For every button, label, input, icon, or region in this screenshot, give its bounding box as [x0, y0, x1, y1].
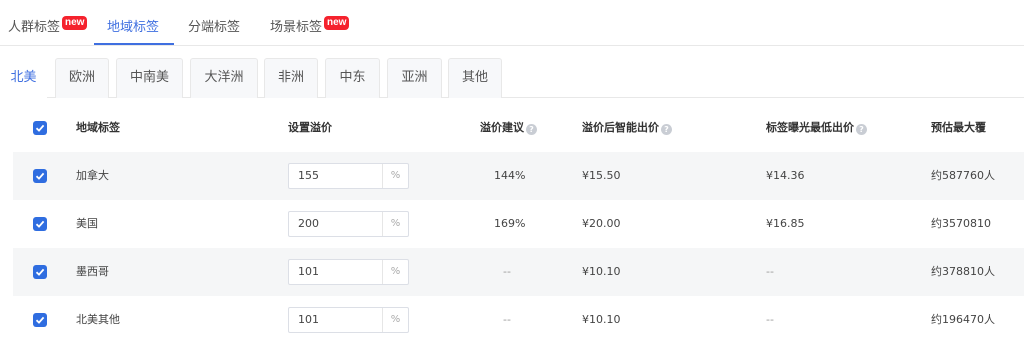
reach-value: 约196470人 — [931, 313, 995, 326]
tab-label: 分端标签 — [188, 20, 241, 35]
active-tab-underline — [94, 43, 174, 45]
region-tab-middle-east[interactable]: 中东 — [325, 58, 380, 98]
bid-value: 101 — [298, 265, 319, 278]
check-icon — [35, 316, 45, 324]
region-tab-bar: 北美 欧洲 中南美 大洋洲 非洲 中东 亚洲 其他 — [0, 58, 1024, 98]
region-tab-north-america[interactable]: 北美 — [0, 58, 47, 98]
region-tab-oceania[interactable]: 大洋洲 — [190, 58, 258, 98]
min-bid-value: -- — [766, 265, 774, 278]
region-tab-asia[interactable]: 亚洲 — [387, 58, 442, 98]
region-tab-latin-america[interactable]: 中南美 — [116, 58, 183, 98]
col-header-smart-bid: 溢价后智能出价? — [582, 104, 672, 152]
suggest-value: -- — [503, 265, 511, 278]
col-header-min-bid: 标签曝光最低出价? — [766, 104, 867, 152]
suggest-value: -- — [503, 313, 511, 326]
check-icon — [35, 268, 45, 276]
tab-device-tags[interactable]: 分端标签 — [188, 16, 240, 36]
percent-unit: % — [382, 260, 408, 284]
smart-bid-value: ¥20.00 — [582, 217, 621, 230]
col-header-region: 地域标签 — [76, 121, 120, 134]
col-header-label: 溢价后智能出价 — [582, 121, 659, 134]
smart-bid-value: ¥15.50 — [582, 169, 621, 182]
bid-input[interactable]: 101 % — [288, 307, 409, 333]
percent-unit: % — [382, 212, 408, 236]
table-row: 北美其他 101 % -- ¥10.10 -- 约196470人 — [13, 296, 1024, 340]
col-header-label: 标签曝光最低出价 — [766, 121, 854, 134]
tab-region-tags[interactable]: 地域标签 — [107, 16, 159, 36]
table-row: 美国 200 % 169% ¥20.00 ¥16.85 约3570810 — [13, 200, 1024, 248]
check-icon — [35, 220, 45, 228]
check-icon — [35, 124, 45, 132]
tab-scene-tags[interactable]: 场景标签 new — [270, 16, 350, 36]
tab-label: 人群标签 — [8, 20, 61, 35]
min-bid-value: ¥14.36 — [766, 169, 805, 182]
check-icon — [35, 172, 45, 180]
region-tab-africa[interactable]: 非洲 — [264, 58, 318, 98]
tab-label: 场景标签 — [270, 20, 323, 35]
percent-unit: % — [382, 164, 408, 188]
min-bid-value: -- — [766, 313, 774, 326]
region-tab-europe[interactable]: 欧洲 — [55, 58, 109, 98]
col-header-bid: 设置溢价 — [288, 121, 332, 134]
top-tab-bar: 人群标签 new 地域标签 分端标签 场景标签 new — [0, 0, 1024, 46]
bid-input[interactable]: 200 % — [288, 211, 409, 237]
table-row: 墨西哥 101 % -- ¥10.10 -- 约378810人 — [13, 248, 1024, 296]
bid-input[interactable]: 155 % — [288, 163, 409, 189]
new-badge: new — [62, 16, 88, 30]
col-header-label: 溢价建议 — [480, 121, 524, 134]
tab-crowd-tags[interactable]: 人群标签 new — [8, 16, 88, 36]
question-icon[interactable]: ? — [661, 124, 672, 135]
col-header-reach: 预估最大覆 — [931, 121, 986, 134]
region-name: 美国 — [76, 217, 98, 230]
row-checkbox[interactable] — [33, 217, 47, 231]
region-tab-other[interactable]: 其他 — [448, 58, 502, 98]
smart-bid-value: ¥10.10 — [582, 265, 621, 278]
smart-bid-value: ¥10.10 — [582, 313, 621, 326]
row-checkbox[interactable] — [33, 265, 47, 279]
region-name: 北美其他 — [76, 313, 120, 326]
reach-value: 约587760人 — [931, 169, 995, 182]
question-icon[interactable]: ? — [526, 124, 537, 135]
reach-value: 约3570810 — [931, 217, 991, 230]
row-checkbox[interactable] — [33, 169, 47, 183]
percent-unit: % — [382, 308, 408, 332]
suggest-value: 169% — [494, 217, 526, 230]
select-all-checkbox[interactable] — [33, 121, 47, 135]
table-row: 加拿大 155 % 144% ¥15.50 ¥14.36 约587760人 — [13, 152, 1024, 200]
reach-value: 约378810人 — [931, 265, 995, 278]
region-name: 墨西哥 — [76, 265, 109, 278]
question-icon[interactable]: ? — [856, 124, 867, 135]
bid-value: 200 — [298, 217, 319, 230]
bid-value: 101 — [298, 313, 319, 326]
region-name: 加拿大 — [76, 169, 109, 182]
tab-label: 地域标签 — [107, 20, 160, 35]
row-checkbox[interactable] — [33, 313, 47, 327]
bid-input[interactable]: 101 % — [288, 259, 409, 285]
bid-value: 155 — [298, 169, 319, 182]
suggest-value: 144% — [494, 169, 526, 182]
table-header: 地域标签 设置溢价 溢价建议? 溢价后智能出价? 标签曝光最低出价? 预估最大覆 — [13, 104, 1024, 152]
col-header-suggest: 溢价建议? — [480, 104, 537, 152]
min-bid-value: ¥16.85 — [766, 217, 805, 230]
new-badge: new — [324, 16, 350, 30]
